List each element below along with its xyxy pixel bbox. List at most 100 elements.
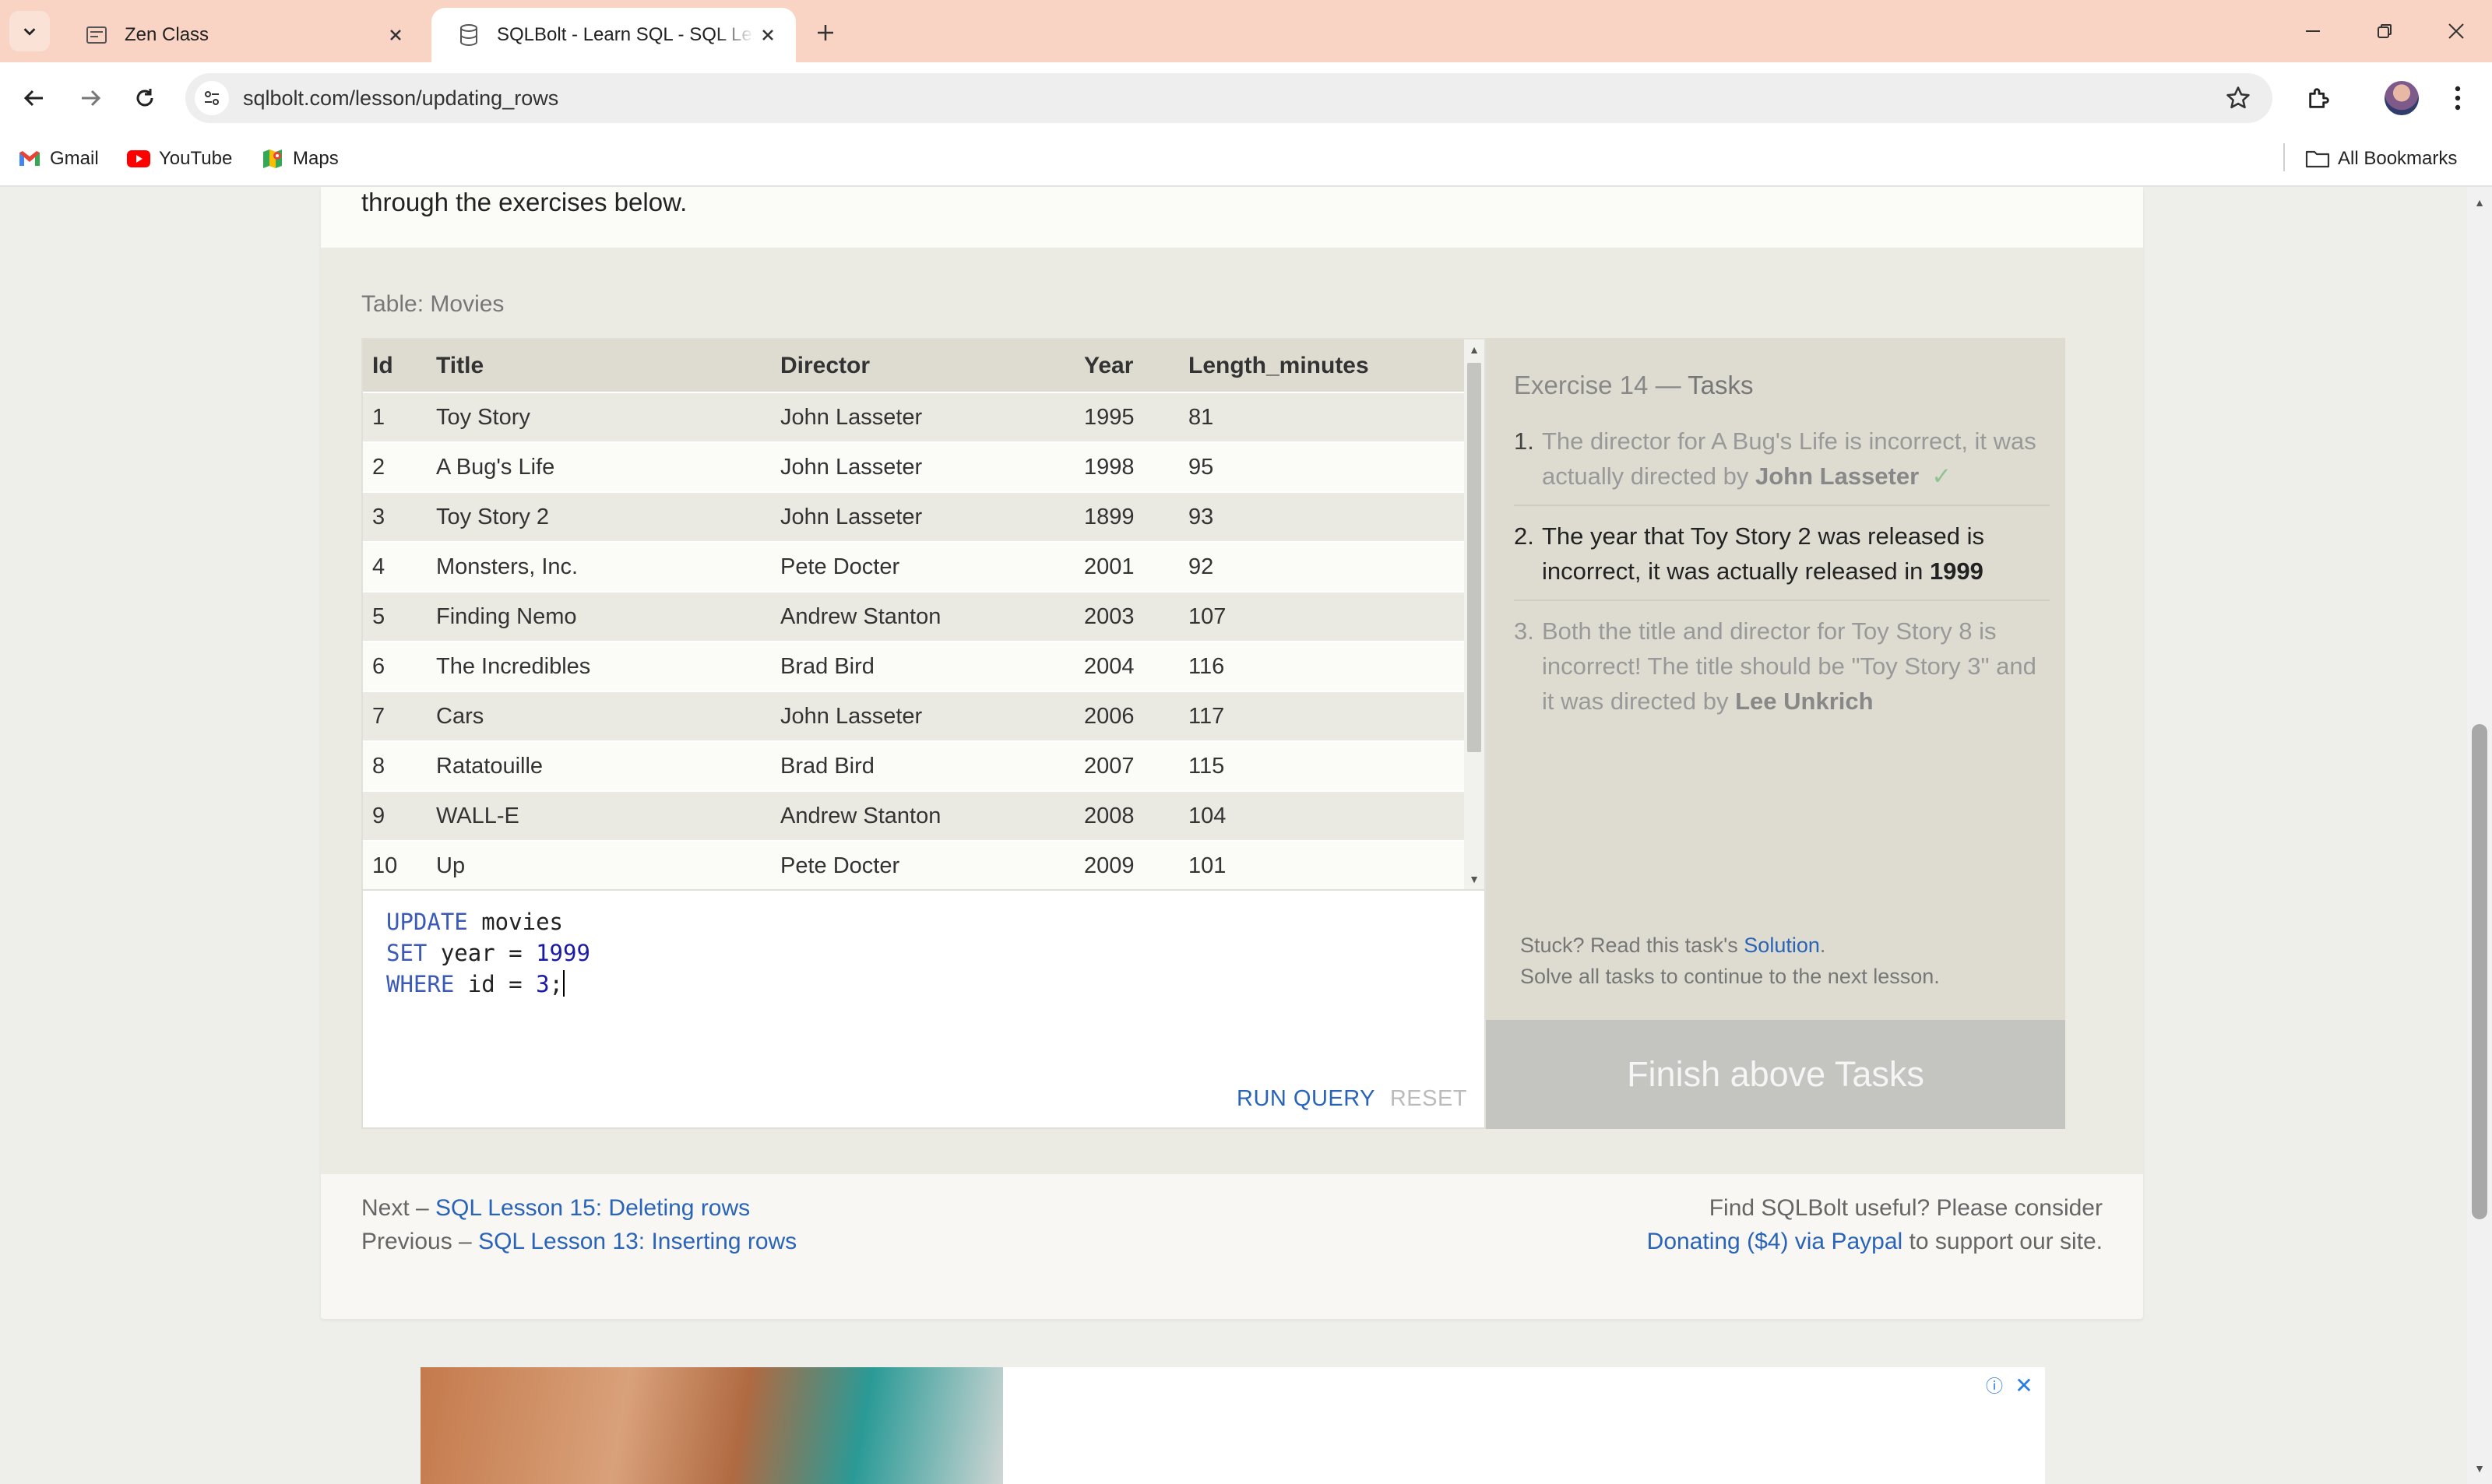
- table-row: 6 The Incredibles Brad Bird 2004 116: [363, 641, 1467, 691]
- all-bookmarks-label: All Bookmarks: [2338, 148, 2458, 169]
- task-item-3: 3. Both the title and director for Toy S…: [1514, 610, 2050, 730]
- page-scroll-up-icon[interactable]: ▲: [2470, 193, 2489, 212]
- advertisement-banner[interactable]: ⓘ ✕: [421, 1367, 2045, 1484]
- table-row: 9 WALL-E Andrew Stanton 2008 104: [363, 790, 1467, 841]
- stuck-suffix: .: [1819, 934, 1826, 957]
- page-content: through the exercises below. Table: Movi…: [0, 187, 2467, 1484]
- reload-icon: [136, 89, 153, 107]
- table-cell: 8: [363, 740, 427, 791]
- ad-close-icon[interactable]: ✕: [2012, 1373, 2036, 1398]
- table-cell: Finding Nemo: [427, 591, 771, 642]
- folder-icon: [2305, 146, 2330, 171]
- table-cell: 1998: [1075, 441, 1179, 492]
- previous-lesson-link[interactable]: SQL Lesson 13: Inserting rows: [478, 1229, 797, 1254]
- browser-toolbar: sqlbolt.com/lesson/updating_rows: [0, 62, 2492, 134]
- table-cell: Brad Bird: [771, 740, 1075, 791]
- code-line: WHERE id = 3;: [386, 969, 590, 1000]
- solve-all-text: Solve all tasks to continue to the next …: [1520, 965, 1940, 988]
- table-cell: A Bug's Life: [427, 441, 771, 492]
- sql-code[interactable]: UPDATE movies SET year = 1999 WHERE id =…: [386, 906, 590, 1000]
- results-scrollbar[interactable]: ▲ ▼: [1464, 339, 1484, 889]
- close-window-button[interactable]: [2420, 0, 2492, 62]
- arrow-right-icon: [82, 90, 101, 107]
- back-button[interactable]: [16, 79, 53, 117]
- table-cell: Toy Story: [427, 392, 771, 442]
- task-bold: John Lasseter: [1755, 462, 1920, 490]
- bookmarks-bar: Gmail YouTube Maps All Bookmarks: [0, 134, 2492, 187]
- table-cell: 93: [1179, 491, 1467, 542]
- scroll-down-arrow-icon[interactable]: ▼: [1464, 869, 1484, 889]
- close-tab-icon[interactable]: [382, 21, 410, 49]
- table-cell: 3: [363, 491, 427, 542]
- task-bold: Lee Unkrich: [1735, 687, 1874, 715]
- table-cell: 92: [1179, 541, 1467, 592]
- page-scroll-down-icon[interactable]: ▼: [2470, 1459, 2489, 1478]
- table-cell: 116: [1179, 641, 1467, 691]
- gmail-icon: [17, 146, 42, 171]
- finish-tasks-button[interactable]: Finish above Tasks: [1486, 1020, 2065, 1129]
- movies-table: Id Title Director Year Length_minutes 1 …: [363, 339, 1467, 889]
- tab-sqlbolt[interactable]: SQLBolt - Learn SQL - SQL Lesson 14: [431, 8, 796, 62]
- table-row: 4 Monsters, Inc. Pete Docter 2001 92: [363, 541, 1467, 592]
- table-row: 8 Ratatouille Brad Bird 2007 115: [363, 740, 1467, 791]
- ad-image[interactable]: [421, 1367, 1003, 1484]
- address-bar[interactable]: sqlbolt.com/lesson/updating_rows: [185, 73, 2272, 123]
- table-cell: 4: [363, 541, 427, 592]
- table-cell: 2004: [1075, 641, 1179, 691]
- reset-button[interactable]: RESET: [1390, 1086, 1467, 1112]
- extensions-button[interactable]: [2300, 79, 2338, 117]
- scroll-up-arrow-icon[interactable]: ▲: [1464, 339, 1484, 360]
- table-cell: 10: [363, 840, 427, 889]
- new-tab-button[interactable]: [807, 14, 844, 51]
- tab-zen-class[interactable]: Zen Class: [59, 8, 424, 62]
- table-row: 1 Toy Story John Lasseter 1995 81: [363, 392, 1467, 442]
- table-cell: Brad Bird: [771, 641, 1075, 691]
- puzzle-icon: [2309, 88, 2329, 108]
- close-tab-icon[interactable]: [754, 21, 782, 49]
- stuck-hint: Stuck? Read this task's Solution. Solve …: [1520, 930, 1940, 992]
- site-info-icon[interactable]: [195, 81, 229, 115]
- code-text: ;: [549, 971, 564, 997]
- chevron-down-icon: [23, 28, 36, 36]
- tasks-title-accent: Tasks: [1688, 371, 1754, 399]
- code-text: id =: [454, 971, 537, 997]
- page-scrollbar-thumb[interactable]: [2472, 724, 2487, 1219]
- donate-link[interactable]: Donating ($4) via Paypal: [1647, 1229, 1903, 1254]
- table-cell: 7: [363, 691, 427, 741]
- task-text-wrap: Both the title and director for Toy Stor…: [1542, 614, 2050, 719]
- results-scrollbar-thumb[interactable]: [1467, 363, 1481, 752]
- task-text-wrap: The director for A Bug's Life is incorre…: [1542, 424, 2050, 494]
- table-cell: 2007: [1075, 740, 1179, 791]
- solution-link[interactable]: Solution: [1744, 934, 1820, 957]
- profile-avatar[interactable]: [2385, 81, 2419, 115]
- sql-editor[interactable]: UPDATE movies SET year = 1999 WHERE id =…: [361, 891, 1486, 1129]
- next-lesson-link[interactable]: SQL Lesson 15: Deleting rows: [435, 1195, 750, 1221]
- bookmark-gmail[interactable]: Gmail: [17, 143, 99, 174]
- sql-keyword: UPDATE: [386, 909, 468, 935]
- restore-button[interactable]: [2349, 0, 2420, 62]
- tab-title: Zen Class: [125, 24, 209, 45]
- sql-keyword: WHERE: [386, 971, 455, 997]
- support-suffix: to support our site.: [1902, 1229, 2103, 1254]
- column-header: Year: [1075, 339, 1179, 392]
- minimize-button[interactable]: [2277, 0, 2349, 62]
- run-query-button[interactable]: RUN QUERY: [1237, 1086, 1375, 1112]
- forward-button[interactable]: [72, 79, 109, 117]
- bookmark-maps[interactable]: Maps: [260, 143, 339, 174]
- browser-menu-button[interactable]: [2442, 79, 2473, 117]
- task-text: The year that Toy Story 2 was released i…: [1542, 522, 1985, 585]
- page-scrollbar[interactable]: ▲ ▼: [2467, 187, 2492, 1484]
- code-line: UPDATE movies: [386, 906, 590, 937]
- table-row: 5 Finding Nemo Andrew Stanton 2003 107: [363, 591, 1467, 642]
- table-cell: Monsters, Inc.: [427, 541, 771, 592]
- tasks-panel: Exercise 14 — Tasks 1. The director for …: [1486, 338, 2065, 1129]
- all-bookmarks-button[interactable]: All Bookmarks: [2305, 143, 2457, 174]
- results-table-container[interactable]: Id Title Director Year Length_minutes 1 …: [361, 338, 1486, 891]
- bookmark-youtube[interactable]: YouTube: [126, 143, 232, 174]
- lesson-card: through the exercises below. Table: Movi…: [321, 187, 2143, 1319]
- ad-info-icon[interactable]: ⓘ: [1983, 1373, 2006, 1397]
- tab-search-button[interactable]: [9, 11, 50, 51]
- tasks-title-prefix: Exercise 14 —: [1514, 371, 1688, 399]
- bookmark-star-icon[interactable]: [2223, 83, 2254, 114]
- reload-button[interactable]: [126, 79, 164, 117]
